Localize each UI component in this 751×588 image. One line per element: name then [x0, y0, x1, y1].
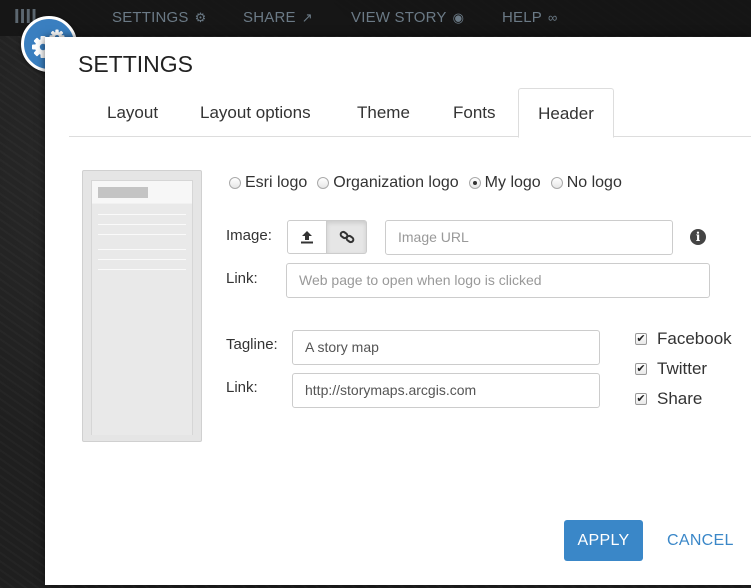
checkbox-facebook[interactable]: ✔ Facebook: [635, 324, 732, 354]
radio-label: No logo: [566, 174, 622, 191]
checkbox-label: Share: [657, 389, 703, 408]
topbar-settings[interactable]: SETTINGS ⚙: [112, 9, 206, 26]
topbar-help-label: HELP: [502, 9, 542, 26]
logo-link-input[interactable]: Web page to open when logo is clicked: [286, 263, 710, 298]
radio-organization-logo[interactable]: Organization logo: [317, 174, 459, 192]
image-url-input[interactable]: Image URL: [385, 220, 673, 255]
header-preview: [82, 170, 202, 442]
topbar-settings-label: SETTINGS: [112, 9, 189, 26]
preview-body: [92, 204, 192, 435]
radio-my-logo[interactable]: My logo: [468, 174, 541, 192]
radio-label: Organization logo: [333, 174, 459, 191]
builder-top-bar: IIII SETTINGS ⚙ SHARE ↗ VIEW STORY ◉ HEL…: [0, 0, 751, 36]
logo-type-options: Esri logo Organization logo My logo No l…: [229, 174, 632, 192]
image-source-buttons: [287, 220, 367, 254]
tagline-link-input[interactable]: http://storymaps.arcgis.com: [292, 373, 600, 408]
checkbox[interactable]: ✔: [635, 333, 647, 345]
topbar-share[interactable]: SHARE ↗: [243, 9, 313, 26]
tab-theme[interactable]: Theme: [339, 88, 428, 137]
tagline-input[interactable]: A story map: [292, 330, 600, 365]
radio-button-selected[interactable]: [468, 177, 481, 189]
gear-icon: ⚙: [194, 9, 207, 25]
checkbox[interactable]: ✔: [635, 393, 647, 405]
cancel-button[interactable]: CANCEL: [667, 520, 734, 561]
apply-button[interactable]: APPLY: [564, 520, 643, 561]
topbar-view-story-label: VIEW STORY: [351, 9, 447, 26]
info-icon[interactable]: i: [690, 229, 706, 245]
radio-no-logo[interactable]: No logo: [550, 174, 622, 192]
dialog-title: SETTINGS: [78, 51, 194, 77]
checkbox-share[interactable]: ✔ Share: [635, 384, 732, 414]
radio-button[interactable]: [317, 177, 330, 189]
tagline-link-label: Link:: [226, 379, 258, 396]
radio-button[interactable]: [229, 177, 241, 189]
checkbox-label: Facebook: [657, 329, 732, 348]
topbar-share-label: SHARE: [243, 9, 296, 26]
tab-layout[interactable]: Layout: [89, 88, 176, 137]
image-url-button[interactable]: [327, 220, 367, 254]
radio-label: Esri logo: [245, 174, 308, 191]
social-options: ✔ Facebook ✔ Twitter ✔ Share: [635, 324, 732, 414]
settings-dialog: SETTINGS Layout Layout options Theme Fon…: [45, 37, 751, 585]
radio-button[interactable]: [550, 177, 563, 189]
preview-logo: [98, 187, 148, 198]
upload-icon: [301, 231, 313, 244]
radio-label: My logo: [484, 174, 541, 191]
eye-icon: ◉: [452, 9, 465, 25]
tagline-label: Tagline:: [226, 336, 278, 353]
preview-header: [92, 181, 192, 203]
link-icon: [339, 230, 354, 244]
image-label: Image:: [226, 227, 272, 244]
logo-link-label: Link:: [226, 270, 258, 287]
preview-page: [91, 180, 193, 435]
binoculars-icon: ∞: [548, 10, 558, 25]
topbar-view-story[interactable]: VIEW STORY ◉: [351, 9, 464, 26]
topbar-help[interactable]: HELP ∞: [502, 9, 557, 26]
tab-fonts[interactable]: Fonts: [435, 88, 514, 137]
checkbox-twitter[interactable]: ✔ Twitter: [635, 354, 732, 384]
tab-layout-options[interactable]: Layout options: [182, 88, 329, 137]
upload-image-button[interactable]: [287, 220, 327, 254]
checkbox-label: Twitter: [657, 359, 708, 378]
tab-header[interactable]: Header: [518, 88, 614, 138]
radio-esri-logo[interactable]: Esri logo: [229, 174, 307, 192]
checkbox[interactable]: ✔: [635, 363, 647, 375]
settings-tabs: Layout Layout options Theme Fonts Header: [69, 88, 751, 138]
share-icon: ↗: [301, 9, 313, 25]
